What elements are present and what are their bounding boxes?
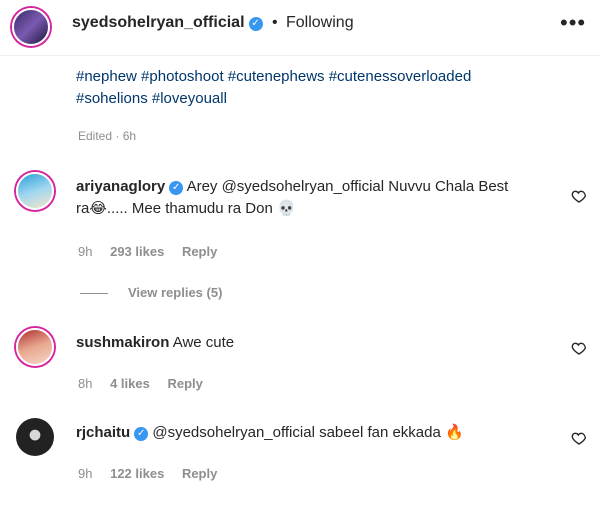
comment-text: rjchaitu ✓ @syedsohelryan_official sabeel… bbox=[76, 422, 556, 444]
reply-button[interactable]: Reply bbox=[182, 466, 217, 481]
commenter-username[interactable]: sushmakiron bbox=[76, 334, 169, 351]
reply-button[interactable]: Reply bbox=[182, 244, 217, 259]
commenter-avatar[interactable] bbox=[16, 418, 54, 456]
verified-badge-icon: ✓ bbox=[248, 17, 263, 31]
fire-emoji-icon: 🔥 bbox=[445, 424, 464, 441]
more-options-icon[interactable]: ••• bbox=[560, 10, 586, 36]
commenter-avatar[interactable] bbox=[16, 328, 54, 366]
skull-emoji-icon: 💀 bbox=[276, 200, 296, 217]
post-caption: #nephew #photoshoot #cutenephews #cutene… bbox=[76, 66, 576, 110]
commenter-username[interactable]: ariyanaglory bbox=[76, 178, 165, 195]
comment-time: 8h bbox=[78, 376, 93, 391]
verified-badge-icon: ✓ bbox=[169, 181, 184, 195]
divider-line bbox=[80, 293, 108, 295]
comment-time: 9h bbox=[78, 244, 93, 259]
hashtags-line-2[interactable]: #sohelions #loveyouall bbox=[76, 88, 576, 110]
comment-likes[interactable]: 4 likes bbox=[110, 376, 150, 391]
comment-mention[interactable]: @syedsohelryan_official bbox=[152, 424, 315, 441]
comment-likes[interactable]: 122 likes bbox=[110, 466, 164, 481]
comment-time: 9h bbox=[78, 466, 93, 481]
like-heart-icon[interactable] bbox=[571, 340, 587, 356]
separator-dot: • bbox=[272, 14, 278, 31]
comment-mention[interactable]: Arey @syedsohelryan_official bbox=[187, 178, 385, 195]
commenter-username[interactable]: rjchaitu bbox=[76, 424, 130, 441]
view-replies-button[interactable]: View replies (5) bbox=[80, 285, 222, 300]
author-avatar[interactable] bbox=[12, 8, 50, 46]
laughing-emoji-icon: 😂 bbox=[89, 200, 107, 217]
reply-button[interactable]: Reply bbox=[167, 376, 202, 391]
verified-badge-icon: ✓ bbox=[134, 427, 149, 441]
like-heart-icon[interactable] bbox=[571, 188, 587, 204]
comment-meta: 9h 293 likes Reply bbox=[78, 244, 231, 259]
commenter-avatar[interactable] bbox=[16, 172, 54, 210]
comment-meta: 8h 4 likes Reply bbox=[78, 376, 217, 391]
edited-timestamp: Edited · 6h bbox=[78, 129, 137, 143]
author-username[interactable]: syedsohelryan_official ✓ bbox=[72, 14, 263, 32]
post-header: syedsohelryan_official ✓ • Following ••• bbox=[0, 0, 600, 56]
comment-meta: 9h 122 likes Reply bbox=[78, 466, 231, 481]
comment-text: ariyanaglory ✓ Arey @syedsohelryan_offici… bbox=[76, 176, 556, 220]
following-button[interactable]: Following bbox=[286, 14, 354, 32]
comment-text: sushmakiron Awe cute bbox=[76, 334, 235, 351]
hashtags-line-1[interactable]: #nephew #photoshoot #cutenephews #cutene… bbox=[76, 66, 576, 88]
comment-likes[interactable]: 293 likes bbox=[110, 244, 164, 259]
like-heart-icon[interactable] bbox=[571, 430, 587, 446]
